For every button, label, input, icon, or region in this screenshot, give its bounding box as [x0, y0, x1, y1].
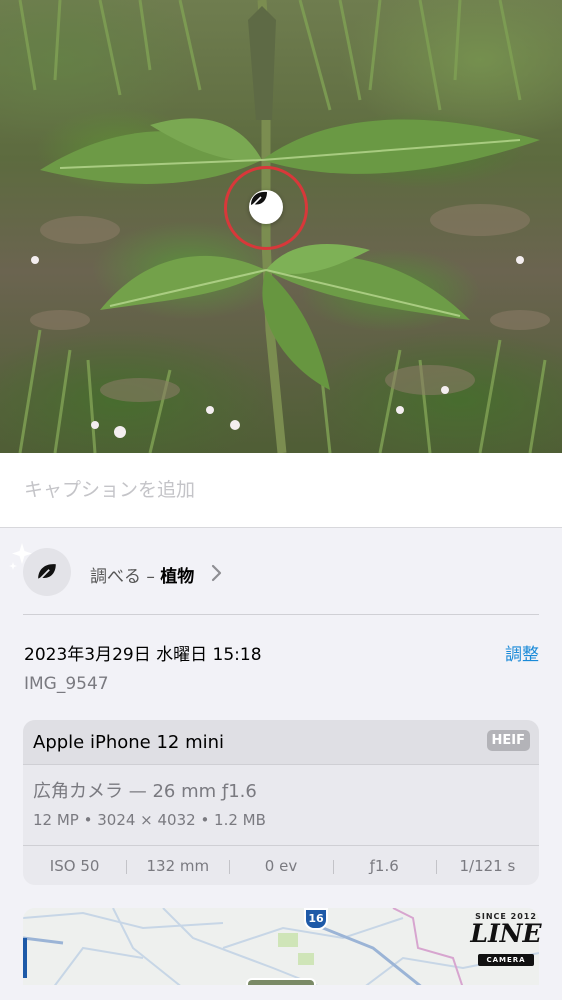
capture-date: 2023年3月29日 水曜日 15:18: [24, 645, 262, 665]
exif-iso: ISO 50: [49, 856, 100, 875]
lookup-label: 調べる – 植物: [90, 562, 194, 587]
lookup-row[interactable]: 調べる – 植物: [0, 540, 562, 615]
lookup-prefix: 調べる –: [90, 567, 161, 587]
line-camera-watermark: SINCE 2012 LINE CAMERA: [464, 908, 548, 988]
exif-aperture: ƒ1.6: [332, 857, 436, 875]
chevron-right-icon: [211, 564, 222, 582]
format-badge: HEIF: [486, 730, 530, 751]
exif-card-header: Apple iPhone 12 mini HEIF: [23, 720, 539, 765]
file-name: IMG_9547: [24, 674, 109, 694]
exif-focal-length: 132 mm: [126, 857, 229, 875]
lens-info: 広角カメラ — 26 mm ƒ1.6: [33, 781, 257, 802]
device-name: Apple iPhone 12 mini: [33, 732, 225, 753]
caption-input[interactable]: [24, 479, 524, 501]
exif-shutter-speed: 1/121 s: [435, 857, 539, 875]
route-number-badge: 16: [304, 908, 328, 930]
adjust-button[interactable]: 調整: [505, 640, 539, 665]
caption-area: [0, 453, 562, 528]
image-specs: 12 MP • 3024 × 4032 • 1.2 MB: [33, 811, 266, 829]
lookup-subject: 植物: [160, 567, 195, 587]
location-map[interactable]: 16: [23, 908, 539, 988]
exif-card-body: 広角カメラ — 26 mm ƒ1.6 12 MP • 3024 × 4032 •…: [23, 765, 539, 845]
section-divider: [23, 614, 539, 615]
photo-viewer[interactable]: [0, 0, 562, 453]
map-tiles: [23, 908, 539, 988]
watermark-sub: CAMERA: [478, 954, 534, 966]
exif-values: ISO 50 132 mm 0 ev ƒ1.6 1/121 s: [23, 845, 539, 885]
date-row: 2023年3月29日 水曜日 15:18 調整: [24, 640, 539, 666]
leaf-icon: [251, 191, 267, 207]
exif-card: Apple iPhone 12 mini HEIF 広角カメラ — 26 mm …: [23, 720, 539, 885]
leaf-icon: [38, 564, 56, 581]
exif-exposure-bias: 0 ev: [229, 857, 332, 875]
watermark-brand: LINE: [470, 919, 542, 948]
lookup-icon-circle: [23, 548, 71, 596]
visual-lookup-button[interactable]: [249, 190, 283, 224]
